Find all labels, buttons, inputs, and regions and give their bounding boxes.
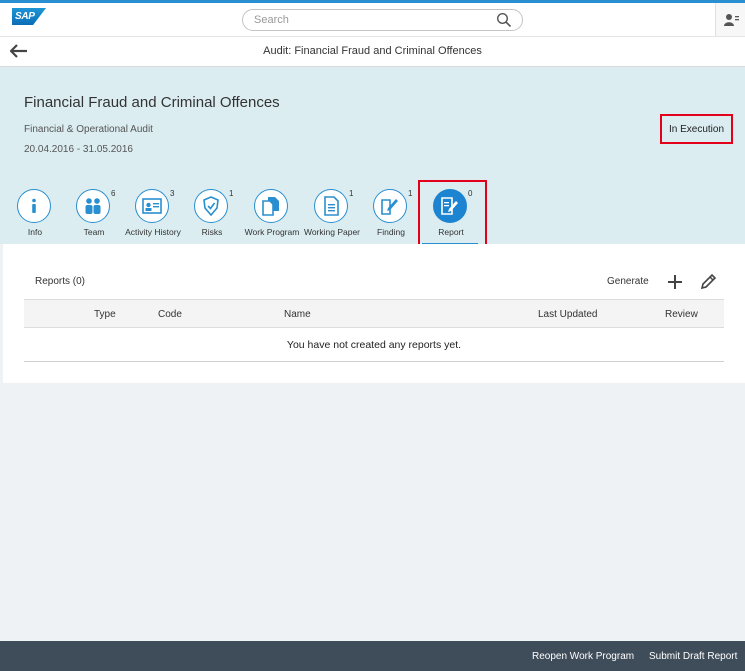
page-title: Audit: Financial Fraud and Criminal Offe… — [263, 45, 482, 57]
tab-working-paper-circle — [314, 189, 348, 223]
group-icon — [85, 198, 101, 214]
user-icon — [724, 13, 740, 30]
status-badge: In Execution — [668, 124, 725, 135]
search-icon[interactable] — [496, 12, 512, 31]
object-title: Financial Fraud and Criminal Offences — [24, 94, 280, 111]
object-header: Financial Fraud and Criminal Offences Fi… — [0, 67, 745, 249]
tab-activity-history-circle — [135, 189, 169, 223]
reports-empty-row: You have not created any reports yet. — [24, 328, 724, 362]
generate-button[interactable]: Generate — [607, 276, 649, 287]
column-header-last-updated[interactable]: Last Updated — [538, 309, 598, 320]
object-subtitle: Financial & Operational Audit — [24, 124, 153, 135]
edit-button[interactable] — [699, 273, 717, 291]
shell-header: SAP Search — [0, 0, 745, 36]
reports-table-header: Type Code Name Last Updated Review — [24, 299, 724, 328]
sap-logo[interactable]: SAP — [12, 8, 46, 25]
status-highlight: In Execution — [660, 114, 733, 144]
add-button[interactable] — [667, 274, 683, 290]
tab-count: 6 — [111, 189, 116, 198]
plus-icon — [668, 275, 682, 289]
column-header-name[interactable]: Name — [284, 309, 311, 320]
paper-icon — [324, 196, 339, 216]
shield-icon — [203, 196, 219, 216]
tab-count: 1 — [408, 189, 413, 198]
submit-draft-report-button[interactable]: Submit Draft Report — [649, 651, 737, 662]
tab-count: 3 — [170, 189, 175, 198]
tab-finding-circle — [373, 189, 407, 223]
empty-message: You have not created any reports yet. — [286, 339, 462, 351]
footer-toolbar: Reopen Work Program Submit Draft Report — [0, 641, 745, 671]
reopen-work-program-button[interactable]: Reopen Work Program — [532, 651, 634, 662]
object-date-range: 20.04.2016 - 31.05.2016 — [24, 144, 133, 155]
tab-work-program-circle — [254, 189, 288, 223]
tab-count: 1 — [229, 189, 234, 198]
column-header-review[interactable]: Review — [665, 309, 698, 320]
edit-doc-icon — [381, 199, 398, 215]
user-menu-button[interactable] — [715, 3, 745, 36]
tab-risks-circle — [194, 189, 228, 223]
page-subheader: Audit: Financial Fraud and Criminal Offe… — [0, 36, 745, 67]
tab-team-circle — [76, 189, 110, 223]
pencil-icon — [700, 273, 717, 290]
column-header-type[interactable]: Type — [94, 309, 116, 320]
column-header-code[interactable]: Code — [158, 309, 182, 320]
info-icon — [32, 198, 36, 213]
tab-count: 1 — [349, 189, 354, 198]
reports-title: Reports (0) — [35, 276, 86, 287]
search-field[interactable]: Search — [242, 9, 523, 31]
report-tab-highlight — [418, 180, 487, 249]
search-placeholder: Search — [254, 14, 289, 26]
tab-info-circle — [17, 189, 51, 223]
documents-icon — [262, 197, 279, 216]
id-card-icon — [142, 198, 162, 214]
reports-panel: Reports (0) Generate Type Code Name Last… — [3, 244, 745, 383]
